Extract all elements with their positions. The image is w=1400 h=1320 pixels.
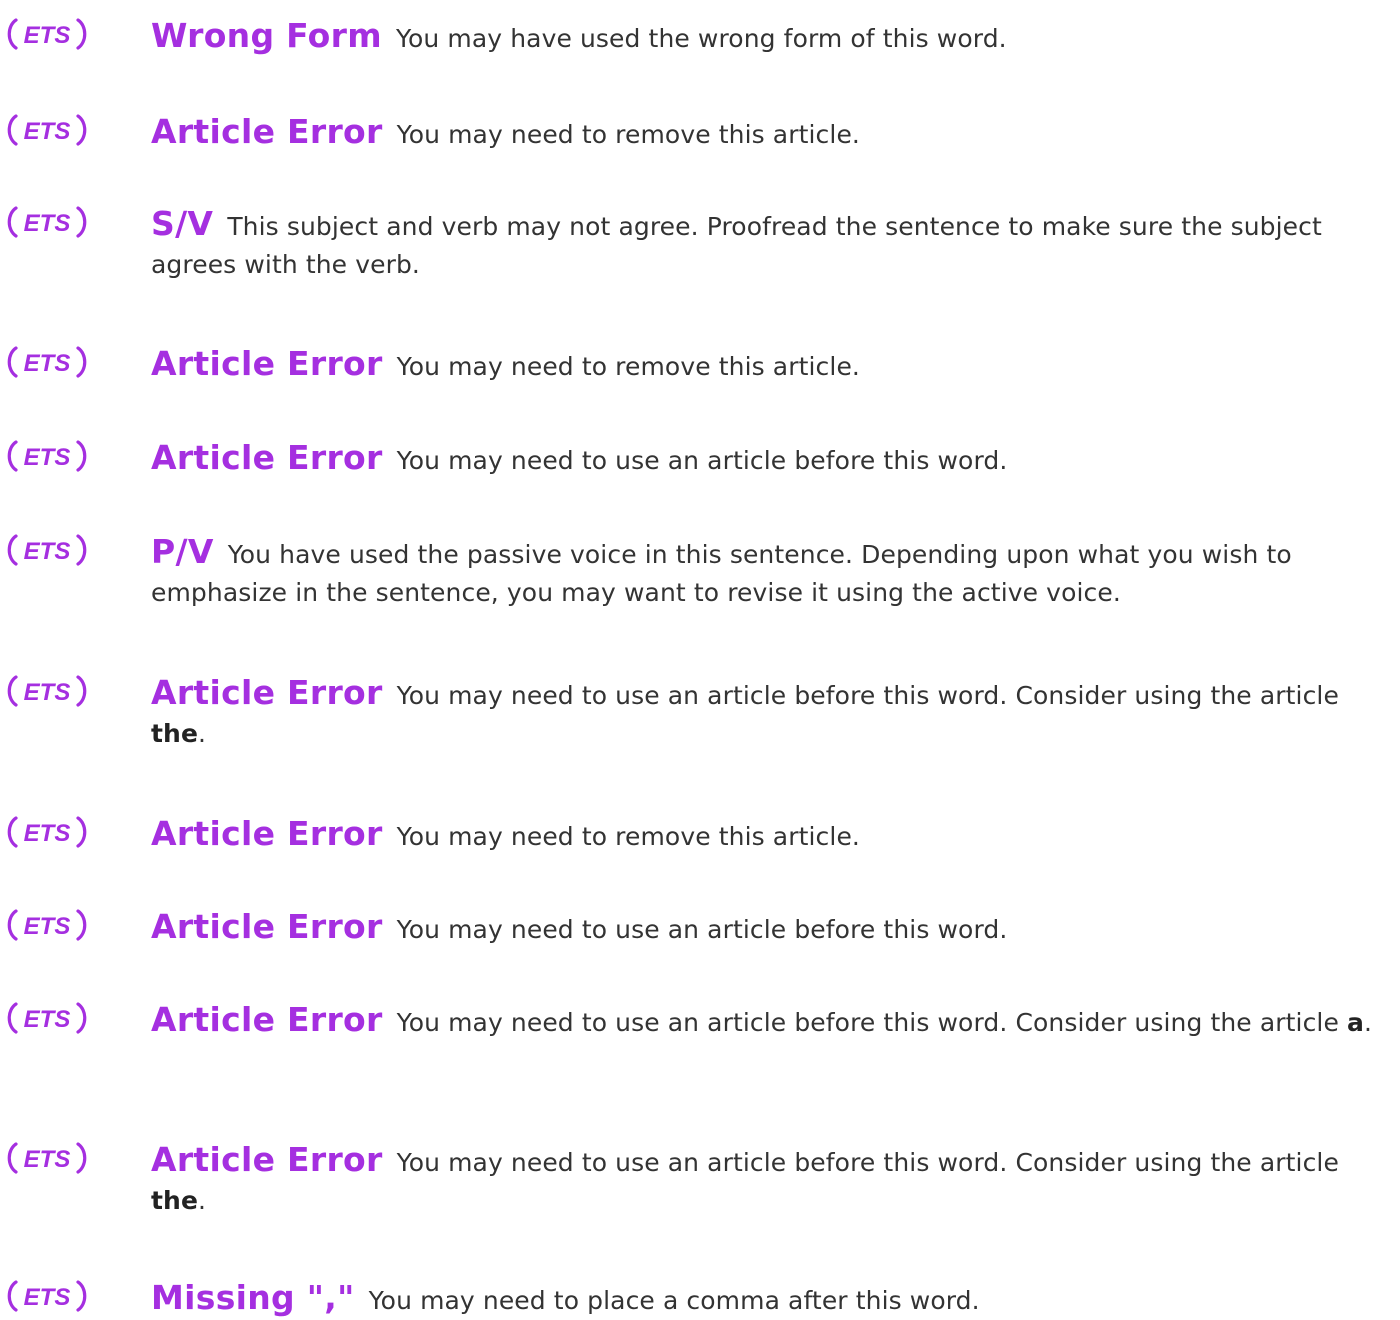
ets-logo: ETS bbox=[6, 1141, 90, 1175]
feedback-message: You may need to use an article before th… bbox=[396, 915, 1008, 944]
feedback-title: Article Error bbox=[151, 344, 383, 383]
feedback-message: You may have used the wrong form of this… bbox=[395, 24, 1007, 53]
ets-logo: ETS bbox=[6, 533, 90, 567]
feedback-suffix: . bbox=[198, 719, 207, 748]
feedback-text: Article Error You may need to use an art… bbox=[151, 1001, 1396, 1042]
svg-text:ETS: ETS bbox=[24, 538, 71, 565]
svg-text:ETS: ETS bbox=[24, 118, 71, 145]
feedback-message: This subject and verb may not agree. Pro… bbox=[151, 212, 1322, 279]
feedback-text: Article Error You may need to use an art… bbox=[151, 674, 1396, 753]
svg-text:ETS: ETS bbox=[24, 913, 71, 940]
svg-text:ETS: ETS bbox=[24, 1006, 71, 1033]
ets-logo: ETS bbox=[6, 17, 90, 51]
svg-text:ETS: ETS bbox=[24, 22, 71, 49]
ets-logo: ETS bbox=[6, 908, 90, 942]
svg-text:ETS: ETS bbox=[24, 210, 71, 237]
feedback-message: You may need to use an article before th… bbox=[396, 1008, 1339, 1037]
feedback-title: Article Error bbox=[151, 1000, 383, 1039]
feedback-title: S/V bbox=[151, 204, 214, 243]
feedback-text: S/V This subject and verb may not agree.… bbox=[151, 205, 1396, 284]
feedback-suffix: . bbox=[198, 1186, 207, 1215]
feedback-text: Article Error You may need to use an art… bbox=[151, 908, 1396, 949]
ets-logo: ETS bbox=[6, 113, 90, 147]
svg-text:ETS: ETS bbox=[24, 444, 71, 471]
ets-logo: ETS bbox=[6, 439, 90, 473]
svg-text:ETS: ETS bbox=[24, 1284, 71, 1311]
feedback-message: You may need to use an article before th… bbox=[396, 1148, 1339, 1177]
svg-text:ETS: ETS bbox=[24, 1146, 71, 1173]
ets-logo: ETS bbox=[6, 674, 90, 708]
feedback-message: You may need to remove this article. bbox=[396, 352, 860, 381]
feedback-suggestion: the bbox=[151, 1186, 199, 1215]
feedback-title: Article Error bbox=[151, 814, 383, 853]
feedback-message: You may need to place a comma after this… bbox=[368, 1286, 980, 1315]
ets-logo: ETS bbox=[6, 345, 90, 379]
feedback-message: You have used the passive voice in this … bbox=[151, 540, 1292, 607]
feedback-title: P/V bbox=[151, 532, 214, 571]
feedback-text: P/V You have used the passive voice in t… bbox=[151, 533, 1396, 612]
ets-logo: ETS bbox=[6, 1001, 90, 1035]
feedback-text: Wrong Form You may have used the wrong f… bbox=[151, 17, 1396, 58]
svg-text:ETS: ETS bbox=[24, 350, 71, 377]
feedback-message: You may need to remove this article. bbox=[396, 120, 860, 149]
feedback-title: Article Error bbox=[151, 438, 383, 477]
feedback-text: Article Error You may need to use an art… bbox=[151, 439, 1396, 480]
ets-logo: ETS bbox=[6, 1279, 90, 1313]
feedback-title: Article Error bbox=[151, 1140, 383, 1179]
feedback-text: Article Error You may need to remove thi… bbox=[151, 113, 1396, 154]
feedback-message: You may need to use an article before th… bbox=[396, 446, 1008, 475]
feedback-title: Article Error bbox=[151, 112, 383, 151]
feedback-text: Article Error You may need to use an art… bbox=[151, 1141, 1396, 1220]
feedback-title: Article Error bbox=[151, 673, 383, 712]
feedback-message: You may need to remove this article. bbox=[396, 822, 860, 851]
ets-logo: ETS bbox=[6, 205, 90, 239]
feedback-title: Article Error bbox=[151, 907, 383, 946]
feedback-title: Wrong Form bbox=[151, 16, 382, 55]
svg-text:ETS: ETS bbox=[24, 679, 71, 706]
feedback-text: Article Error You may need to remove thi… bbox=[151, 815, 1396, 856]
svg-text:ETS: ETS bbox=[24, 820, 71, 847]
ets-logo: ETS bbox=[6, 815, 90, 849]
feedback-message: You may need to use an article before th… bbox=[396, 681, 1339, 710]
feedback-text: Article Error You may need to remove thi… bbox=[151, 345, 1396, 386]
feedback-title: Missing "," bbox=[151, 1278, 355, 1317]
feedback-suggestion: a bbox=[1347, 1008, 1364, 1037]
feedback-suggestion: the bbox=[151, 719, 199, 748]
feedback-suffix: . bbox=[1364, 1008, 1373, 1037]
